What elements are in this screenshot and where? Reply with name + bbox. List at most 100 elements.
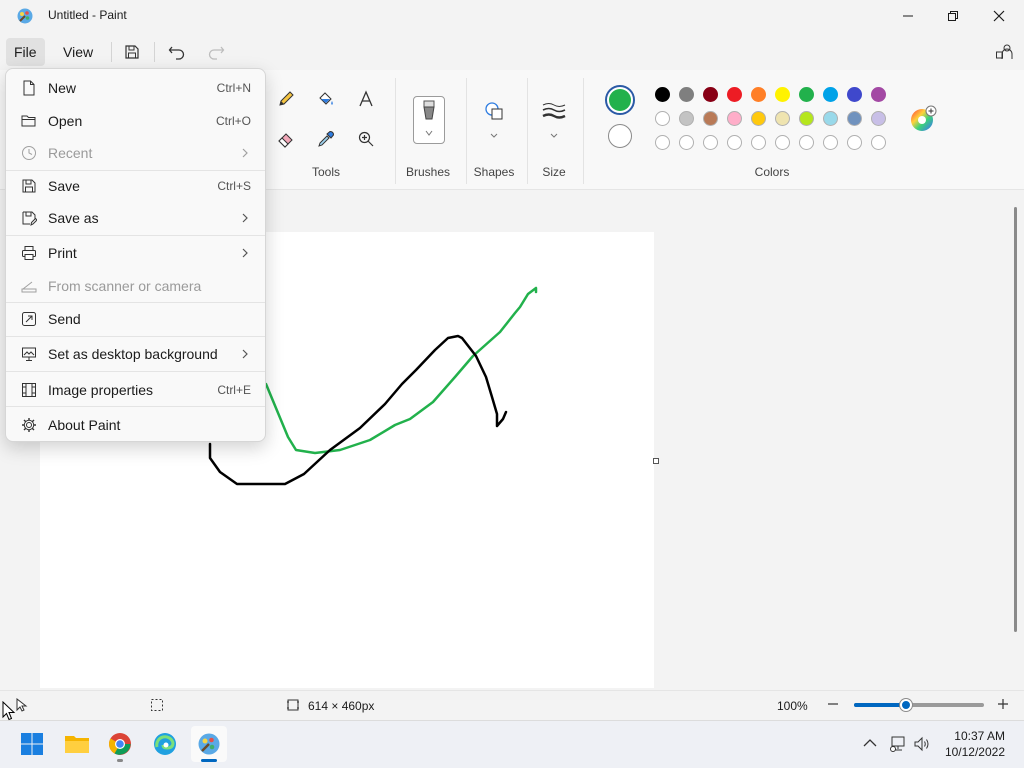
minimize-button[interactable] [885,0,931,32]
color-swatch[interactable] [751,111,766,126]
file-explorer-taskbar-button[interactable] [59,726,95,762]
vertical-scrollbar[interactable] [1014,207,1017,632]
image-properties-icon [20,381,38,399]
edge-taskbar-button[interactable] [147,726,183,762]
color-swatch[interactable] [751,87,766,102]
primary-color-button[interactable] [605,85,635,115]
color-swatch[interactable] [847,111,862,126]
color-swatch[interactable] [871,87,886,102]
color-swatch[interactable] [655,87,670,102]
canvas-size-icon [286,698,300,715]
menu-item-new[interactable]: New Ctrl+N [6,72,265,104]
color-swatch[interactable] [799,111,814,126]
restore-icon [948,11,958,21]
color-swatch[interactable] [655,111,670,126]
color-swatch[interactable] [823,87,838,102]
taskbar-date[interactable]: 10/12/2022 [937,745,1005,759]
color-swatch[interactable] [679,87,694,102]
save-button[interactable] [118,38,146,66]
file-menu-button[interactable]: File [6,38,45,66]
color-swatch[interactable] [679,111,694,126]
redo-button[interactable] [202,38,230,66]
window-title: Untitled - Paint [48,8,127,22]
shapes-icon [485,102,503,120]
custom-color-slot[interactable] [751,135,766,150]
text-tool[interactable] [352,85,380,113]
menu-item-set-desktop-background[interactable]: Set as desktop background [6,338,265,370]
size-button[interactable] [540,97,568,125]
menu-item-about-paint[interactable]: About Paint [6,409,265,441]
menu-item-shortcut: Ctrl+S [217,179,251,193]
undo-button[interactable] [163,38,191,66]
send-icon [20,310,38,328]
color-picker-tool[interactable] [312,125,340,153]
menu-item-shortcut: Ctrl+O [215,114,251,128]
menu-item-recent: Recent [6,137,265,169]
custom-color-slot[interactable] [655,135,670,150]
color-swatch[interactable] [727,87,742,102]
zoom-slider-thumb[interactable] [900,699,912,711]
close-icon [993,10,1005,22]
menu-item-print[interactable]: Print [6,237,265,269]
eraser-tool[interactable] [272,125,300,153]
custom-color-slot[interactable] [799,135,814,150]
custom-color-slot[interactable] [847,135,862,150]
menu-item-send[interactable]: Send [6,303,265,335]
close-button[interactable] [976,0,1022,32]
zoom-out-button[interactable] [826,697,840,714]
zoom-slider[interactable] [854,699,984,711]
start-button[interactable] [14,726,50,762]
volume-icon[interactable] [913,735,931,756]
size-dropdown-icon[interactable] [549,128,559,143]
redo-icon [208,46,225,60]
color-swatch[interactable] [823,111,838,126]
pencil-tool[interactable] [272,85,300,113]
shapes-dropdown-icon[interactable] [489,128,499,143]
menu-item-label: Save [48,178,80,194]
shapes-button[interactable] [480,97,508,125]
ribbon-divider [527,78,528,184]
edit-colors-button[interactable] [909,105,937,136]
color-swatch[interactable] [727,111,742,126]
zoom-in-button[interactable] [996,697,1010,714]
canvas-resize-handle[interactable] [653,458,659,464]
brushes-button[interactable] [413,96,445,144]
secondary-color-button[interactable] [608,124,632,148]
maximize-button[interactable] [930,0,976,32]
show-hidden-icons-button[interactable] [862,736,878,753]
menu-item-open[interactable]: Open Ctrl+O [6,105,265,137]
view-menu-button[interactable]: View [55,38,101,66]
paint-taskbar-button[interactable] [191,726,227,762]
zoom-level-text: 100% [777,699,808,713]
color-swatch[interactable] [703,111,718,126]
custom-color-slot[interactable] [871,135,886,150]
fill-tool[interactable] [312,85,340,113]
custom-color-slot[interactable] [703,135,718,150]
custom-color-slot[interactable] [679,135,694,150]
color-swatch[interactable] [703,87,718,102]
windows-logo-icon [21,733,43,755]
taskbar-time[interactable]: 10:37 AM [937,729,1005,743]
save-as-icon [20,209,38,227]
menu-item-label: Save as [48,210,99,226]
chevron-right-icon [241,247,249,262]
color-swatch[interactable] [847,87,862,102]
custom-color-slot[interactable] [823,135,838,150]
menu-item-save[interactable]: Save Ctrl+S [6,170,265,202]
chevron-right-icon [241,348,249,363]
undo-icon [168,46,185,60]
magnifier-tool[interactable] [352,125,380,153]
menu-item-save-as[interactable]: Save as [6,202,265,234]
share-button[interactable] [990,38,1018,66]
chrome-taskbar-button[interactable] [102,726,138,762]
network-icon[interactable] [889,735,907,756]
color-swatch[interactable] [871,111,886,126]
custom-color-slot[interactable] [727,135,742,150]
color-swatch[interactable] [775,87,790,102]
menu-item-image-properties[interactable]: Image properties Ctrl+E [6,374,265,406]
menu-item-label: Image properties [48,382,154,398]
custom-color-slot[interactable] [775,135,790,150]
eyedropper-icon [318,130,335,147]
color-swatch[interactable] [799,87,814,102]
color-swatch[interactable] [775,111,790,126]
